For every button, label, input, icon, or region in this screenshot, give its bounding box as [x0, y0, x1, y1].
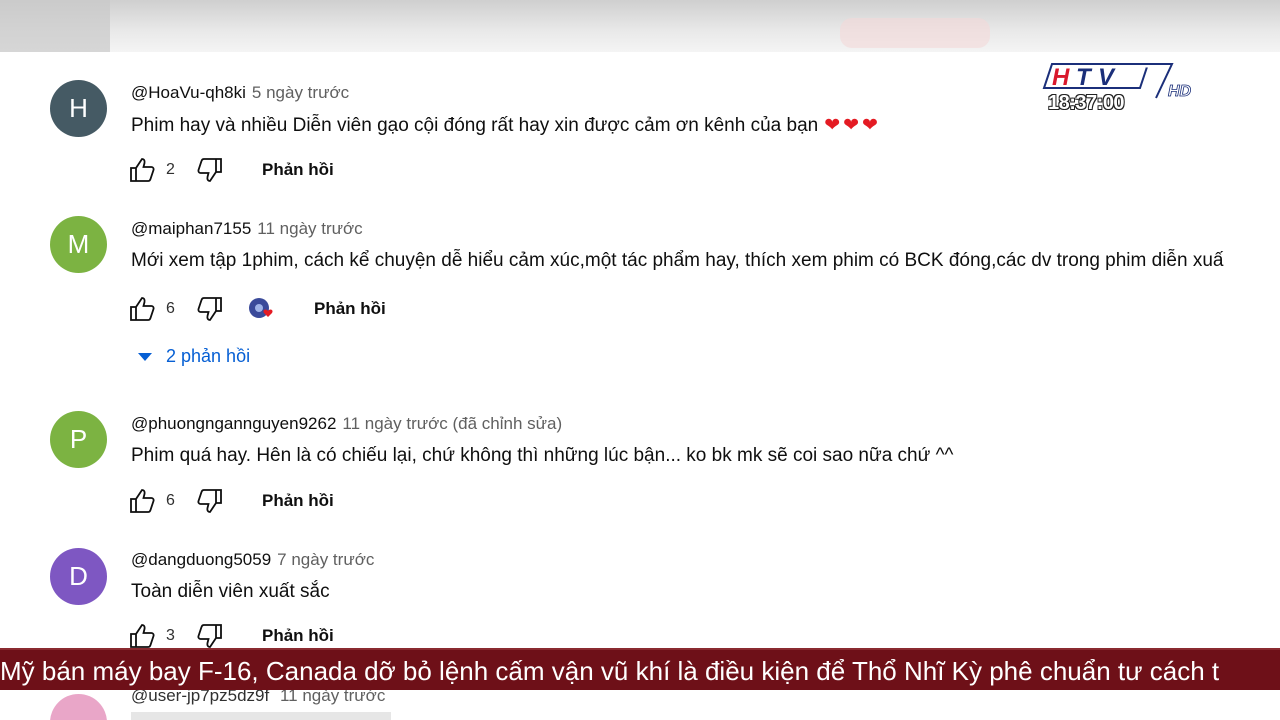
comment-text: Toàn diễn viên xuất sắc [131, 581, 330, 602]
ticker-text: Mỹ bán máy bay F-16, Canada dỡ bỏ lệnh c… [0, 656, 1220, 686]
comment-text: Mới xem tập 1phim, cách kể chuyện dễ hiể… [131, 250, 1224, 271]
like-count: 3 [166, 627, 175, 644]
avatar[interactable] [50, 694, 107, 720]
reply-button[interactable]: Phản hồi [314, 299, 386, 319]
avatar[interactable]: H [50, 80, 107, 137]
svg-text:V: V [1098, 64, 1116, 91]
blurred-region [0, 0, 110, 52]
comment-time[interactable]: 11 ngày trước [280, 690, 385, 705]
comment-text: Phim hay và nhiều Diễn viên gạo cội đóng… [131, 115, 819, 136]
comment-meta: @phuongngannguyen9262 11 ngày trước (đã c… [131, 414, 562, 434]
svg-text:T: T [1076, 64, 1093, 91]
comment-author[interactable]: @HoaVu-qh8ki [131, 83, 246, 102]
comment-actions: 6 Phản hồi [128, 487, 528, 517]
comment-time[interactable]: 11 ngày trước (đã chỉnh sửa) [342, 414, 562, 433]
comment-text-row: Phim hay và nhiều Diễn viên gạo cội đóng… [131, 114, 881, 137]
top-bar-blurred [0, 0, 1280, 52]
like-icon[interactable] [128, 295, 156, 323]
news-ticker: Mỹ bán máy bay F-16, Canada dỡ bỏ lệnh c… [0, 648, 1280, 692]
comment-author[interactable]: @user-jp7pz5dz9f [131, 690, 269, 705]
blurred-region [840, 18, 990, 48]
comment-time[interactable]: 5 ngày trước [252, 83, 349, 102]
replies-count-label: 2 phản hồi [166, 346, 251, 366]
reply-button[interactable]: Phản hồi [262, 626, 334, 646]
comment-time[interactable]: 11 ngày trước [257, 219, 362, 238]
comment-actions: 2 Phản hồi [128, 156, 528, 186]
comment-actions: 6 Phản hồi [128, 295, 528, 325]
broadcast-clock: 18:37:00 [1048, 92, 1125, 114]
avatar[interactable]: D [50, 548, 107, 605]
view-replies-button[interactable]: 2 phản hồi [138, 346, 250, 367]
comment-item-partial: @user-jp7pz5dz9f 11 ngày trước [0, 690, 1280, 720]
like-icon[interactable] [128, 156, 156, 184]
creator-heart-icon [249, 298, 273, 318]
like-icon[interactable] [128, 622, 156, 650]
dislike-icon[interactable] [196, 622, 224, 650]
reply-button[interactable]: Phản hồi [262, 160, 334, 180]
comment-author[interactable]: @phuongngannguyen9262 [131, 414, 336, 433]
dislike-icon[interactable] [196, 156, 224, 184]
like-count: 6 [166, 492, 175, 509]
comment-meta: @dangduong5059 7 ngày trước [131, 550, 374, 570]
comment-meta: @user-jp7pz5dz9f 11 ngày trước [131, 690, 385, 706]
chevron-down-icon [138, 353, 152, 362]
like-count: 2 [166, 161, 175, 178]
svg-text:H: H [1052, 64, 1070, 91]
like-icon[interactable] [128, 487, 156, 515]
dislike-icon[interactable] [196, 487, 224, 515]
heart-emoji: ❤❤❤ [824, 115, 881, 136]
comment-meta: @HoaVu-qh8ki 5 ngày trước [131, 83, 349, 103]
avatar[interactable]: P [50, 411, 107, 468]
comment-time[interactable]: 7 ngày trước [277, 550, 374, 569]
comment-author[interactable]: @dangduong5059 [131, 550, 271, 569]
svg-text:HD: HD [1168, 83, 1192, 100]
comment-meta: @maiphan7155 11 ngày trước [131, 219, 363, 239]
comment-author[interactable]: @maiphan7155 [131, 219, 251, 238]
avatar[interactable]: M [50, 216, 107, 273]
comment-text: Phim quá hay. Hên là có chiếu lại, chứ k… [131, 445, 954, 466]
like-count: 6 [166, 300, 175, 317]
comment-text-cutoff [131, 712, 391, 720]
dislike-icon[interactable] [196, 295, 224, 323]
reply-button[interactable]: Phản hồi [262, 491, 334, 511]
